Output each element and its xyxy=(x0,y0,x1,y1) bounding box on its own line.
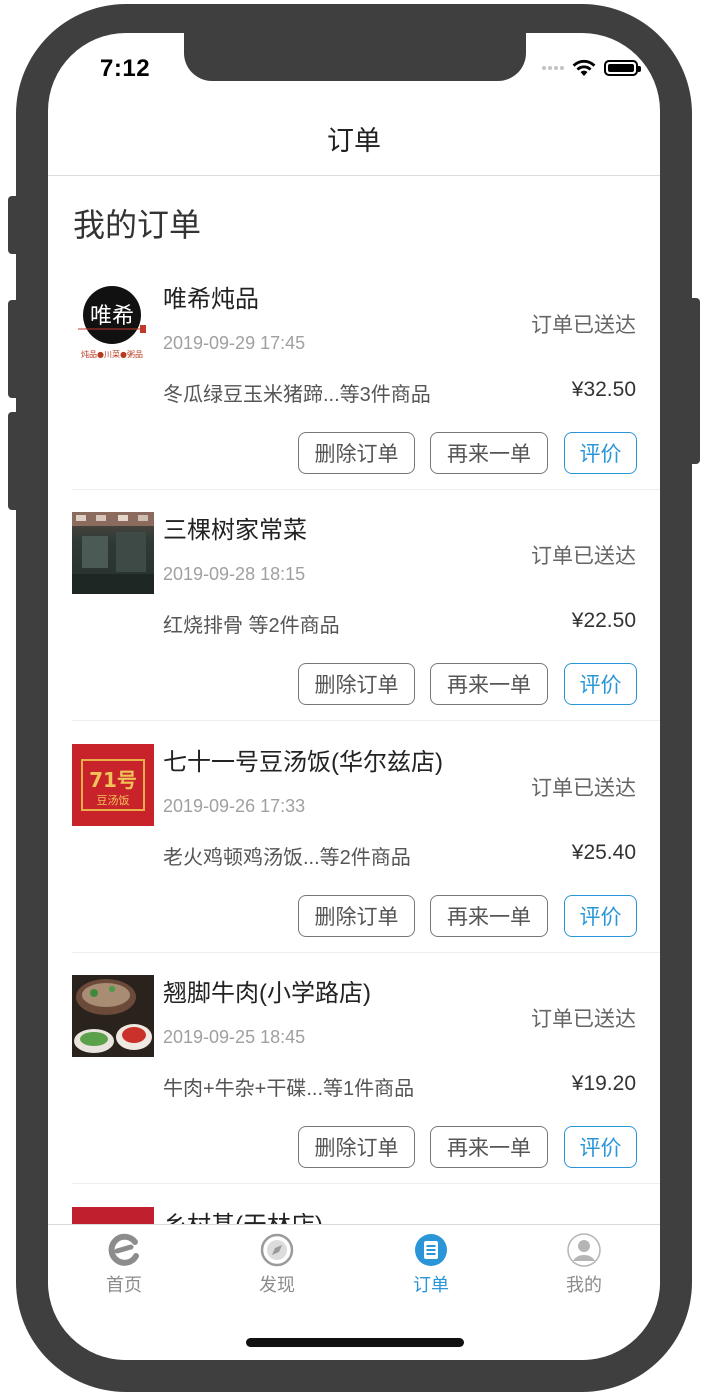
order-date: 2019-09-28 18:15 xyxy=(163,564,306,584)
tab-label: 首页 xyxy=(106,1275,142,1295)
shop-name[interactable]: 唯希炖品 xyxy=(163,279,259,314)
delete-order-button[interactable]: 删除订单 xyxy=(298,1126,415,1168)
orders-scroll-area[interactable]: 我的订单 唯希 炖品●川菜●粥品 唯希炖品 2019-09-29 17:45 订… xyxy=(48,177,660,1224)
delete-order-button[interactable]: 删除订单 xyxy=(298,432,415,474)
section-title: 我的订单 xyxy=(73,207,202,243)
logo-subtext: 炖品●川菜●粥品 xyxy=(81,349,143,359)
battery-icon xyxy=(604,60,641,76)
rate-button[interactable]: 评价 xyxy=(564,1126,637,1168)
order-items: 牛肉+牛杂+干碟...等1件商品 xyxy=(163,1078,415,1100)
order-date: 2019-09-25 18:45 xyxy=(163,1027,306,1047)
tab-profile[interactable]: 我的 xyxy=(544,1233,624,1297)
shop-name[interactable]: 七十一号豆汤饭(华尔兹店) xyxy=(163,742,443,777)
order-date: 2019-09-29 17:45 xyxy=(163,333,306,353)
tab-label: 订单 xyxy=(413,1275,449,1295)
order-card[interactable]: 翘脚牛肉(小学路店) 2019-09-25 18:45 订单已送达 牛肉+牛杂+… xyxy=(72,953,660,1184)
order-status: 订单已送达 xyxy=(531,1008,636,1031)
delete-order-button[interactable]: 删除订单 xyxy=(298,895,415,937)
page-title: 订单 xyxy=(327,126,381,156)
order-status: 订单已送达 xyxy=(531,777,636,800)
order-date: 2019-09-26 17:33 xyxy=(163,796,306,816)
order-card[interactable]: 唯希 炖品●川菜●粥品 唯希炖品 2019-09-29 17:45 订单已送达 … xyxy=(72,259,660,490)
delete-order-button[interactable]: 删除订单 xyxy=(298,663,415,705)
order-items: 冬瓜绿豆玉米猪蹄...等3件商品 xyxy=(163,384,431,406)
logo-text: 71号 xyxy=(89,768,137,792)
order-status: 订单已送达 xyxy=(531,545,636,568)
order-card[interactable]: 乡村基(天林店) xyxy=(72,1185,660,1224)
shop-name[interactable]: 翘脚牛肉(小学路店) xyxy=(163,973,371,1008)
order-card[interactable]: 三棵树家常菜 2019-09-28 18:15 订单已送达 红烧排骨 等2件商品… xyxy=(72,490,660,721)
status-icons xyxy=(542,59,641,77)
order-price: ¥32.50 xyxy=(571,378,636,401)
reorder-button[interactable]: 再来一单 xyxy=(430,1126,548,1168)
shop-photo xyxy=(72,512,154,594)
shop-photo xyxy=(72,975,154,1057)
order-items: 老火鸡顿鸡汤饭...等2件商品 xyxy=(163,847,411,869)
phone-screen: 7:12 订单 我的订单 唯希 炖品●川菜●粥品 唯希炖品 2019-09-29… xyxy=(48,33,660,1360)
reorder-button[interactable]: 再来一单 xyxy=(430,663,548,705)
order-price: ¥22.50 xyxy=(571,609,636,632)
tab-label: 我的 xyxy=(566,1275,602,1295)
rate-button[interactable]: 评价 xyxy=(564,432,637,474)
compass-icon xyxy=(260,1233,294,1267)
tab-discover[interactable]: 发现 xyxy=(237,1233,317,1297)
tab-label: 发现 xyxy=(259,1275,295,1295)
user-icon xyxy=(567,1233,601,1267)
logo-subtext: 豆汤饭 xyxy=(97,793,130,807)
home-e-icon xyxy=(108,1233,139,1266)
shop-logo: 唯希 炖品●川菜●粥品 xyxy=(72,281,154,363)
tab-home[interactable]: 首页 xyxy=(84,1233,164,1297)
reorder-button[interactable]: 再来一单 xyxy=(430,895,548,937)
order-price: ¥19.20 xyxy=(571,1072,636,1095)
signal-icon xyxy=(542,66,564,70)
rate-button[interactable]: 评价 xyxy=(564,663,637,705)
notch xyxy=(184,33,526,81)
shop-name[interactable]: 乡村基(天林店) xyxy=(163,1205,323,1224)
order-status: 订单已送达 xyxy=(531,314,636,337)
order-price: ¥25.40 xyxy=(571,841,636,864)
logo-text: 唯希 xyxy=(90,304,134,329)
shop-name[interactable]: 三棵树家常菜 xyxy=(163,510,307,545)
nav-bar: 订单 xyxy=(48,123,660,176)
order-list-icon xyxy=(415,1234,447,1266)
tab-orders[interactable]: 订单 xyxy=(391,1233,471,1297)
rate-button[interactable]: 评价 xyxy=(564,895,637,937)
home-indicator[interactable] xyxy=(246,1338,464,1347)
shop-logo: 71号 豆汤饭 xyxy=(72,744,154,826)
order-items: 红烧排骨 等2件商品 xyxy=(163,615,340,637)
shop-logo xyxy=(72,1207,154,1224)
reorder-button[interactable]: 再来一单 xyxy=(430,432,548,474)
wifi-icon xyxy=(572,59,596,76)
status-time: 7:12 xyxy=(100,55,151,82)
order-card[interactable]: 71号 豆汤饭 七十一号豆汤饭(华尔兹店) 2019-09-26 17:33 订… xyxy=(72,722,660,953)
